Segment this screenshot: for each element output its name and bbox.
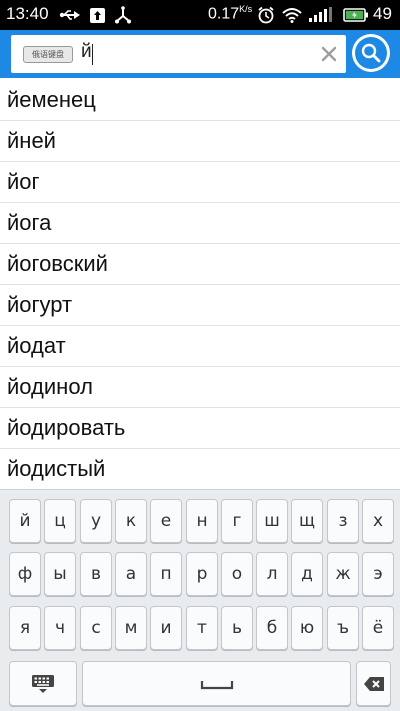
keyboard-key[interactable]: ъ [327,606,359,650]
status-bar: 13:40 0.17K/s 49 [0,0,400,30]
keyboard-key[interactable]: о [221,552,253,596]
keyboard-language-chip[interactable]: 俄语键盘 [23,46,73,63]
keyboard-key[interactable]: е [150,499,182,543]
keyboard-key[interactable]: и [150,606,182,650]
suggestion-item[interactable]: йодинол [0,367,400,408]
keyboard-key[interactable]: ш [256,499,288,543]
suggestion-item[interactable]: йней [0,121,400,162]
suggestion-list: йеменец йней йог йога йоговский йогурт й… [0,80,400,490]
signal-icon [308,6,336,24]
keyboard-key[interactable]: а [115,552,147,596]
keyboard-key[interactable]: ь [221,606,253,650]
keyboard-key[interactable]: ч [44,606,76,650]
search-input[interactable]: 俄语键盘 й [11,35,346,73]
keyboard-key[interactable]: р [186,552,218,596]
keyboard-key[interactable]: щ [291,499,323,543]
battery-charging-icon [342,6,370,24]
keyboard-key[interactable]: м [115,606,147,650]
suggestion-item[interactable]: йога [0,203,400,244]
keyboard-key[interactable]: д [291,552,323,596]
on-screen-keyboard: йцукенгшщзх фывапролджэ ячсмитьбюъё [0,489,400,711]
usb-icon [58,6,82,24]
suggestion-item[interactable]: йодат [0,326,400,367]
suggestion-item[interactable]: йог [0,162,400,203]
keyboard-key[interactable]: к [115,499,147,543]
upload-notification-icon [89,6,105,24]
keyboard-key[interactable]: з [327,499,359,543]
search-icon [355,37,387,69]
suggestion-item[interactable]: йогурт [0,285,400,326]
status-time: 13:40 [6,4,49,23]
search-query-text: й [81,41,92,62]
text-caret [92,44,93,65]
close-icon[interactable] [314,40,344,68]
suggestion-item[interactable]: йодистый [0,449,400,490]
keyboard-key[interactable]: ы [44,552,76,596]
keyboard-key[interactable]: б [256,606,288,650]
suggestion-item[interactable]: йоговский [0,244,400,285]
suggestion-item[interactable]: йодировать [0,408,400,449]
keyboard-key[interactable]: п [150,552,182,596]
network-speed: 0.17K/s [208,4,252,23]
keyboard-key[interactable]: ц [44,499,76,543]
keyboard-hide-icon[interactable] [9,661,77,706]
keyboard-key[interactable]: ж [327,552,359,596]
suggestion-item[interactable]: йеменец [0,80,400,121]
usb-connection-icon [113,6,133,24]
search-header: 俄语键盘 й [0,30,400,78]
space-bar-icon[interactable] [82,661,351,706]
keyboard-key[interactable]: н [186,499,218,543]
keyboard-key[interactable]: ё [362,606,394,650]
wifi-icon [281,6,303,24]
network-speed-value: 0.17 [208,5,240,23]
search-button[interactable] [352,34,390,72]
network-speed-unit: K/s [239,4,253,14]
keyboard-key[interactable]: э [362,552,394,596]
backspace-icon[interactable] [356,661,391,706]
keyboard-key[interactable]: л [256,552,288,596]
keyboard-key[interactable]: в [80,552,112,596]
alarm-clock-icon [256,6,276,24]
keyboard-key[interactable]: т [186,606,218,650]
keyboard-key[interactable]: г [221,499,253,543]
battery-level: 49 [373,4,392,23]
keyboard-key[interactable]: й [9,499,41,543]
keyboard-key[interactable]: ю [291,606,323,650]
keyboard-key[interactable]: я [9,606,41,650]
keyboard-key[interactable]: ф [9,552,41,596]
keyboard-key[interactable]: х [362,499,394,543]
keyboard-key[interactable]: у [80,499,112,543]
keyboard-key[interactable]: с [80,606,112,650]
